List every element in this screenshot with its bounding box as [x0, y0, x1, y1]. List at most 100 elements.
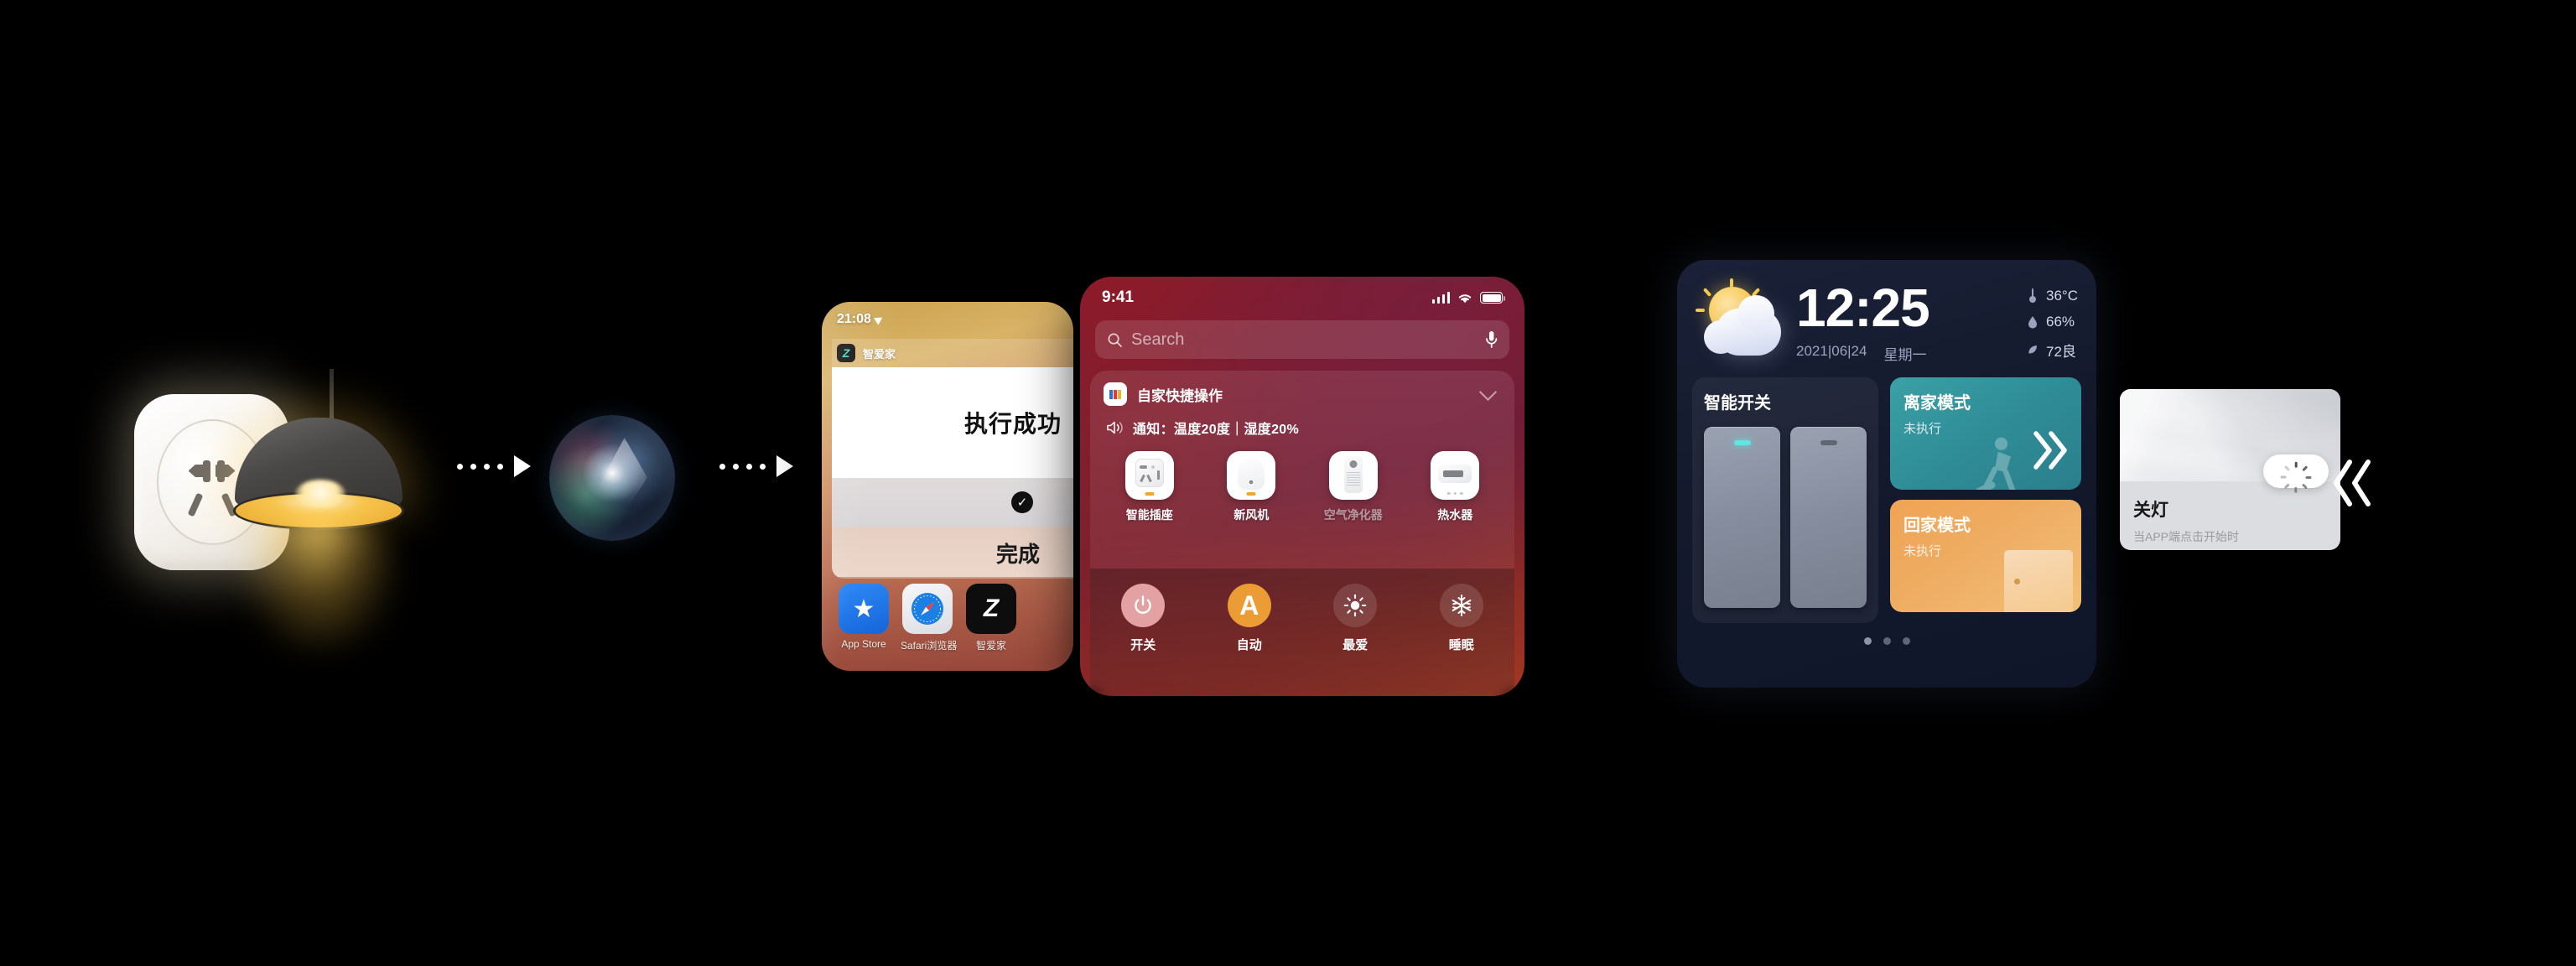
phone-a-time: 21:08 [837, 312, 871, 326]
snowflake-icon [1439, 584, 1483, 627]
pendant-lamp-illustration [233, 369, 428, 651]
notification-header: Z 智爱家 [832, 339, 1073, 367]
zhiaijia-icon: Z [966, 584, 1016, 634]
notification-done-row[interactable]: 完成 [832, 527, 1073, 579]
device-label: 空气净化器 [1323, 508, 1383, 522]
scene-root: 21:08 Z 智爱家 执行成功 ✓ 完成 ★ App Store Safari… [0, 0, 2576, 966]
loading-pill[interactable] [2263, 454, 2329, 493]
dock-label: Safari浏览器 [901, 640, 958, 652]
weather-clock-row: 12:25 2021|06|24 星期一 36°C 66% 72良 [1677, 260, 2096, 366]
flow-arrow-1 [457, 455, 531, 477]
done-button-label: 完成 [995, 541, 1040, 567]
lamp-bulb [295, 480, 345, 508]
widget-title: 智能开关 [1704, 394, 1771, 413]
location-arrow-icon [873, 314, 885, 325]
device-shortcut-row: 智能插座 新风机 空气净化器 热水器 [1090, 438, 1514, 523]
weather-stats: 36°C 66% 72良 [2027, 284, 2078, 361]
battery-icon [1480, 292, 1505, 304]
sun-behind-cloud-icon [1690, 278, 1789, 366]
mode-title: 回家模式 [1903, 517, 1971, 535]
door-icon [2004, 550, 2073, 612]
shortcut-panel-screen: 9:41 Search 自家快捷操作 通知：温度20度｜湿度20% 智能插座 新… [1080, 277, 1524, 696]
socket-icon [1124, 451, 1174, 500]
phone-a-dock: ★ App Store Safari浏览器 Z 智爱家 [822, 577, 1073, 671]
device-label: 新风机 [1233, 508, 1270, 522]
notification-title: 执行成功 [963, 411, 1062, 437]
phone-notification-screen: 21:08 Z 智爱家 执行成功 ✓ 完成 ★ App Store Safari… [822, 302, 1073, 671]
thermometer-icon [2029, 288, 2037, 303]
switch-button-2[interactable] [1790, 427, 1867, 608]
water-heater-icon [1431, 451, 1480, 500]
speaker-icon [1107, 421, 1123, 434]
action-sleep[interactable]: 睡眠 [1418, 584, 1505, 653]
dock-item-safari[interactable]: Safari浏览器 [901, 584, 958, 652]
switch-led-off [1820, 440, 1837, 445]
dock-item-zhiaijia[interactable]: Z 智爱家 [964, 584, 1018, 652]
safari-icon [902, 584, 953, 634]
cellular-signal-icon [1431, 292, 1450, 304]
action-label: 最爱 [1343, 638, 1368, 652]
clock-date-row: 2021|06|24 星期一 [1796, 343, 2020, 364]
success-check-icon: ✓ [1011, 491, 1033, 513]
action-auto[interactable]: A 自动 [1206, 584, 1293, 653]
quick-action-row: 开关 A 自动 最爱 睡眠 [1090, 569, 1514, 696]
device-air-purifier[interactable]: 空气净化器 [1311, 451, 1395, 523]
device-label: 智能插座 [1125, 508, 1173, 522]
search-icon [1108, 333, 1122, 347]
page-dot-3 [1902, 637, 1910, 645]
clock-date: 2021|06|24 [1796, 342, 1867, 359]
device-label: 热水器 [1437, 508, 1473, 522]
dock-item-app-store[interactable]: ★ App Store [837, 584, 891, 650]
action-power[interactable]: 开关 [1099, 584, 1187, 653]
leaf-aqi-icon [2028, 345, 2038, 354]
loading-spinner-icon [2280, 461, 2312, 493]
search-input[interactable]: Search [1095, 320, 1509, 359]
left-device-group [117, 369, 470, 651]
ife-app-icon [1104, 382, 1127, 406]
light-off-card[interactable]: 关灯 当APP端点击开始时 [2120, 389, 2340, 550]
clock-weekday: 星期一 [1883, 346, 1927, 363]
mode-card-home[interactable]: 回家模式 未执行 [1890, 500, 2081, 612]
ventilator-icon [1227, 451, 1276, 500]
stat-value: 66% [2046, 313, 2075, 330]
shortcut-card-header[interactable]: 自家快捷操作 [1090, 371, 1514, 406]
notification-app-name: 智爱家 [863, 347, 896, 361]
card-subtitle: 当APP端点击开始时 [2133, 530, 2240, 543]
app-icon-letter: Z [842, 346, 850, 360]
lamp-cord [330, 369, 334, 424]
notification-body[interactable]: 执行成功 [832, 367, 1073, 478]
widget-smart-switch[interactable]: 智能开关 [1692, 377, 1878, 623]
status-dot [1246, 492, 1256, 496]
lamp-light-glow [240, 510, 399, 651]
switch-button-1[interactable] [1704, 427, 1780, 608]
chevron-down-icon[interactable] [1478, 382, 1498, 401]
card-body: 关灯 当APP端点击开始时 [2120, 481, 2340, 545]
stat-value: 36°C [2046, 287, 2078, 304]
auto-a-icon: A [1227, 584, 1271, 627]
mode-card-away[interactable]: 离家模式 未执行 [1890, 377, 2081, 490]
switch-led-on [1733, 440, 1751, 445]
clock-time: 12:25 [1796, 277, 1930, 338]
flow-arrow-2 [719, 455, 793, 477]
notify-text: 通知：温度20度｜湿度20% [1133, 423, 1300, 437]
mode-title: 离家模式 [1903, 394, 1971, 413]
phone-a-status-bar: 21:08 [837, 312, 885, 327]
dock-label: App Store [841, 638, 886, 650]
home-widget-panel: 12:25 2021|06|24 星期一 36°C 66% 72良 智能开关 离… [1677, 260, 2096, 688]
action-label: 睡眠 [1448, 638, 1474, 652]
page-dot-1 [1863, 637, 1872, 645]
action-favorite[interactable]: 最爱 [1311, 584, 1399, 653]
microphone-icon[interactable] [1485, 330, 1498, 349]
action-label: 开关 [1130, 638, 1156, 652]
siri-orb [549, 415, 675, 541]
wifi-icon [1458, 293, 1472, 303]
page-indicator[interactable] [1677, 623, 2096, 645]
action-label: 自动 [1236, 638, 1262, 652]
device-smart-socket[interactable]: 智能插座 [1108, 451, 1192, 523]
device-ventilator[interactable]: 新风机 [1209, 451, 1293, 523]
stat-humidity: 66% [2027, 314, 2075, 330]
air-purifier-icon [1328, 451, 1378, 500]
device-water-heater[interactable]: 热水器 [1413, 451, 1497, 523]
clock-block: 12:25 2021|06|24 星期一 [1796, 281, 2020, 364]
switch-pair [1704, 427, 1867, 608]
